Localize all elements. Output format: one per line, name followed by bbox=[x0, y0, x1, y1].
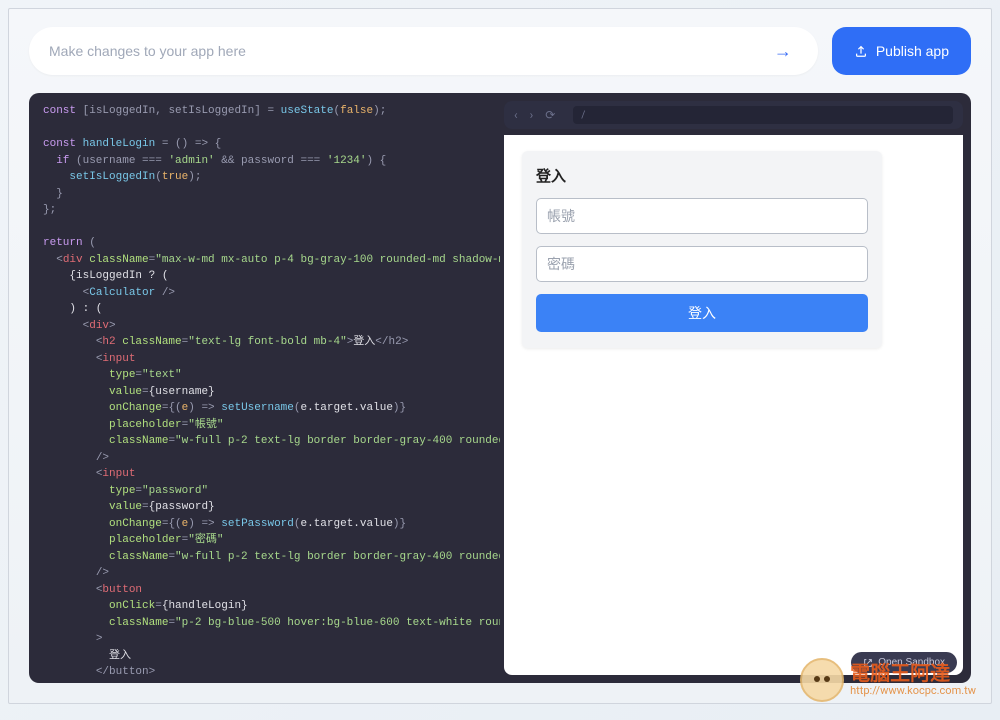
top-bar: → Publish app bbox=[9, 9, 991, 93]
reload-icon[interactable]: ⟳ bbox=[545, 108, 555, 122]
submit-arrow-icon[interactable]: → bbox=[768, 37, 798, 66]
open-sandbox-button[interactable]: Open Sandbox bbox=[851, 652, 957, 673]
username-input[interactable] bbox=[536, 198, 868, 234]
app-frame: → Publish app const [isLoggedIn, setIsLo… bbox=[8, 8, 992, 704]
url-bar[interactable]: / bbox=[573, 106, 953, 124]
nav-back-icon[interactable]: ‹ bbox=[514, 108, 518, 122]
code-editor[interactable]: const [isLoggedIn, setIsLoggedIn] = useS… bbox=[29, 93, 500, 683]
external-link-icon bbox=[863, 658, 873, 668]
publish-button[interactable]: Publish app bbox=[832, 27, 971, 75]
login-title: 登入 bbox=[536, 165, 868, 186]
password-input[interactable] bbox=[536, 246, 868, 282]
prompt-input[interactable] bbox=[49, 43, 768, 59]
preview-toolbar: ‹ › ⟳ / bbox=[504, 101, 963, 129]
nav-forward-icon[interactable]: › bbox=[530, 108, 534, 122]
main-panel: const [isLoggedIn, setIsLoggedIn] = useS… bbox=[29, 93, 971, 683]
code-token: const bbox=[43, 105, 76, 117]
preview-body: 登入 登入 bbox=[504, 135, 963, 675]
upload-icon bbox=[854, 44, 868, 58]
publish-label: Publish app bbox=[876, 43, 949, 59]
prompt-input-wrap: → bbox=[29, 27, 818, 75]
login-button[interactable]: 登入 bbox=[536, 294, 868, 332]
login-card: 登入 登入 bbox=[522, 151, 882, 348]
preview-panel: ‹ › ⟳ / 登入 登入 bbox=[500, 93, 971, 683]
